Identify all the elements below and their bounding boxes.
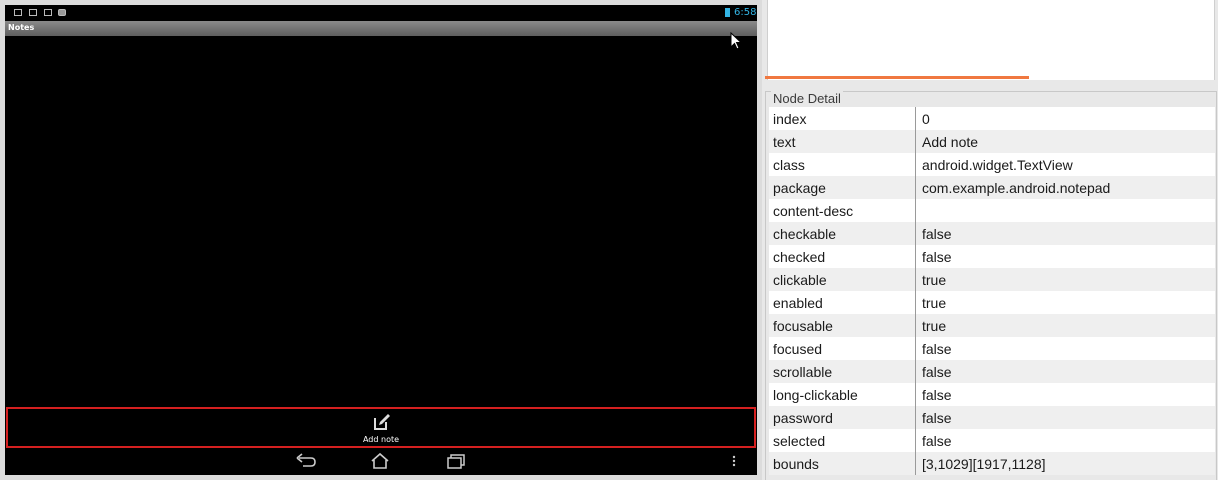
- node-detail-table: index 0 text Add note class android.widget.Te…: [769, 107, 1215, 475]
- navigation-bar: [5, 448, 757, 475]
- inspector-panel: Node Detail index 0 text Add note class andro…: [762, 0, 1218, 480]
- node-detail-row[interactable]: text Add note: [769, 130, 1215, 153]
- node-detail-row[interactable]: enabled true: [769, 291, 1215, 314]
- mouse-cursor-icon: [730, 32, 742, 50]
- property-value: [916, 199, 1216, 222]
- property-name: package: [769, 176, 916, 199]
- node-detail-row[interactable]: clickable true: [769, 268, 1215, 291]
- status-time: 6:58: [734, 7, 757, 18]
- property-name: content-desc: [769, 199, 916, 222]
- status-bar: 6:58: [5, 5, 757, 21]
- app-title: Notes: [8, 23, 35, 32]
- recent-apps-icon[interactable]: [445, 452, 467, 470]
- property-value: true: [922, 317, 947, 334]
- property-value: [3,1029][1917,1128]: [922, 455, 1046, 472]
- property-value: false: [922, 432, 952, 449]
- property-value: true: [922, 294, 947, 311]
- overflow-menu-icon[interactable]: [723, 452, 745, 470]
- node-detail-row[interactable]: content-desc: [769, 199, 1215, 222]
- node-detail-row[interactable]: password false: [769, 406, 1215, 429]
- android-icon: [58, 9, 66, 16]
- property-value: false: [922, 409, 952, 426]
- property-name: bounds: [769, 452, 916, 475]
- node-detail-row[interactable]: package com.example.android.notepad: [769, 176, 1215, 199]
- property-name: index: [769, 107, 916, 130]
- property-value: Add note: [922, 133, 979, 150]
- node-detail-row[interactable]: focused false: [769, 337, 1215, 360]
- add-note-label: Add note: [362, 435, 400, 444]
- action-bar: Notes: [5, 21, 757, 36]
- property-value: false: [922, 248, 952, 265]
- property-value: false: [922, 363, 952, 380]
- property-name: checkable: [769, 222, 916, 245]
- property-value: true: [922, 271, 947, 288]
- device-screenshot-panel: 6:58 Notes Add note: [0, 0, 762, 480]
- node-detail-row[interactable]: long-clickable false: [769, 383, 1215, 406]
- property-name: long-clickable: [769, 383, 916, 406]
- battery-icon: [725, 8, 730, 17]
- node-detail-title: Node Detail: [771, 91, 843, 106]
- back-icon[interactable]: [295, 452, 317, 470]
- property-value: false: [922, 340, 952, 357]
- home-icon[interactable]: [369, 452, 391, 470]
- node-detail-row[interactable]: index 0: [769, 107, 1215, 130]
- hierarchy-panel[interactable]: [767, 0, 1215, 80]
- property-value: com.example.android.notepad: [922, 179, 1111, 196]
- add-note-button[interactable]: Add note: [6, 407, 756, 448]
- property-name: enabled: [769, 291, 916, 314]
- node-detail-row[interactable]: checkable false: [769, 222, 1215, 245]
- node-detail-row[interactable]: scrollable false: [769, 360, 1215, 383]
- progress-indicator: [765, 76, 1029, 79]
- notification-icon: [44, 9, 52, 16]
- notification-icon: [14, 9, 22, 16]
- compose-note-icon: [374, 414, 390, 430]
- property-name: text: [769, 130, 916, 153]
- node-detail-group: Node Detail index 0 text Add note class andro…: [765, 91, 1217, 480]
- property-name: clickable: [769, 268, 916, 291]
- property-name: scrollable: [769, 360, 916, 383]
- property-value: 0: [922, 110, 930, 127]
- node-detail-row[interactable]: checked false: [769, 245, 1215, 268]
- property-name: checked: [769, 245, 916, 268]
- notification-icon: [29, 9, 37, 16]
- property-name: selected: [769, 429, 916, 452]
- device-screen[interactable]: 6:58 Notes Add note: [5, 5, 757, 475]
- property-name: class: [769, 153, 916, 176]
- node-detail-row[interactable]: bounds [3,1029][1917,1128]: [769, 452, 1215, 475]
- node-detail-row[interactable]: class android.widget.TextView: [769, 153, 1215, 176]
- node-detail-row[interactable]: focusable true: [769, 314, 1215, 337]
- node-detail-row[interactable]: selected false: [769, 429, 1215, 452]
- property-value: false: [922, 386, 952, 403]
- property-name: password: [769, 406, 916, 429]
- property-name: focusable: [769, 314, 916, 337]
- property-value: false: [922, 225, 952, 242]
- property-value: android.widget.TextView: [922, 156, 1073, 173]
- property-name: focused: [769, 337, 916, 360]
